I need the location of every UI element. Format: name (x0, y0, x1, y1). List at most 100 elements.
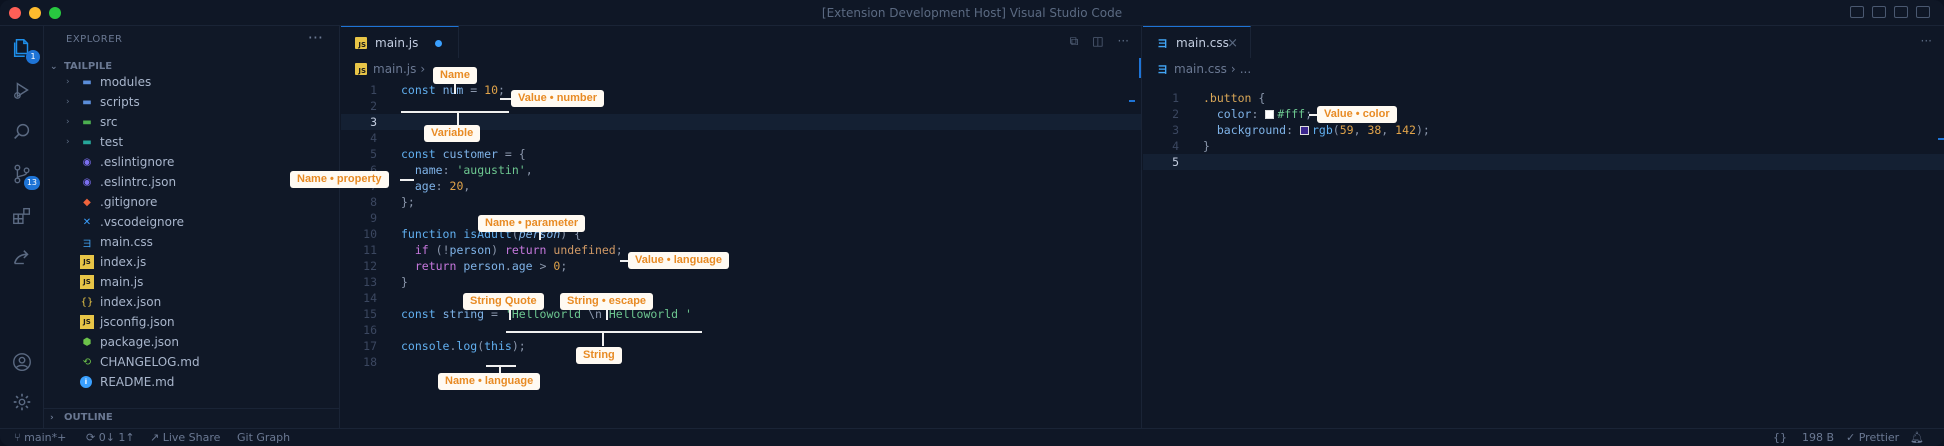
customize-layout-icon[interactable] (1916, 6, 1930, 18)
sync-indicator[interactable]: ⟳ 0↓ 1↑ (86, 429, 135, 446)
connector (457, 111, 459, 125)
tab-main-css[interactable]: ヨ main.css × (1143, 26, 1251, 58)
explorer-sidebar: EXPLORER ··· ⌄ TAILPILE › ▬ modules › ▬ scrip… (44, 26, 340, 428)
eslint-icon: ◉ (82, 156, 92, 168)
info-icon: i (80, 376, 92, 388)
callout-string-quote: String Quote (463, 293, 544, 310)
tree-item-label: modules (100, 75, 152, 89)
remote-explorer-icon[interactable] (10, 246, 34, 270)
editor-actions-right: ··· (1921, 34, 1932, 48)
color-swatch-white[interactable] (1265, 110, 1275, 119)
underline-this (486, 365, 516, 367)
more-actions-icon[interactable]: ··· (308, 28, 323, 47)
callout-name: Name (433, 67, 477, 84)
accounts-icon[interactable] (10, 350, 34, 374)
connector (509, 310, 511, 320)
toggle-sidebar-icon[interactable] (1850, 6, 1864, 18)
status-bar: ⑂ main*+ ⟳ 0↓ 1↑ ↗ Live Share Git Graph … (0, 428, 1944, 446)
folder-icon: ▬ (82, 136, 92, 148)
branch-indicator[interactable]: ⑂ main*+ (14, 429, 66, 446)
file-item[interactable]: i README.md (44, 372, 340, 392)
connector (539, 232, 541, 240)
folder-item[interactable]: › ▬ modules (44, 72, 340, 92)
js-icon: JS (80, 255, 94, 269)
breadcrumb-file[interactable]: main.js (373, 62, 416, 76)
source-control-badge: 13 (23, 176, 40, 190)
toggle-panel-icon[interactable] (1872, 6, 1886, 18)
compare-icon[interactable]: ⧉ (1070, 34, 1079, 49)
connector (500, 98, 511, 100)
settings-gear-icon[interactable] (10, 390, 34, 414)
live-share-button[interactable]: ↗ Live Share (150, 429, 220, 446)
more-actions-icon[interactable]: ··· (1118, 34, 1129, 49)
source-control-icon[interactable]: 13 (10, 162, 40, 190)
notifications-icon[interactable]: 🔔︎ (1910, 429, 1924, 446)
vscode-icon: ✕ (82, 216, 92, 228)
split-editor-icon[interactable]: ◫ (1092, 34, 1103, 49)
run-debug-icon[interactable] (10, 78, 34, 102)
explorer-icon[interactable]: 1 (10, 36, 40, 64)
file-item[interactable]: ◉ .eslintignore (44, 152, 340, 172)
connector (620, 260, 628, 262)
file-item[interactable]: ◆ .gitignore (44, 192, 340, 212)
file-item[interactable]: {} index.json (44, 292, 340, 312)
js-icon: JS (80, 275, 94, 289)
git-branch-icon: ⑂ (14, 431, 25, 444)
tree-item-label: index.js (100, 255, 147, 269)
tree-item-label: .vscodeignore (100, 215, 185, 229)
close-tab-icon[interactable]: × (1227, 36, 1238, 51)
more-actions-icon[interactable]: ··· (1921, 34, 1932, 48)
chevron-right-icon: › (1230, 62, 1236, 76)
callout-name-language: Name • language (438, 373, 541, 390)
scroll-indicator (1139, 58, 1141, 78)
tree-item-label: scripts (100, 95, 140, 109)
nodejs-icon: ⬢ (82, 336, 92, 348)
window-title: [Extension Development Host] Visual Stud… (821, 6, 1123, 20)
search-icon[interactable] (10, 120, 34, 144)
file-item[interactable]: JS index.js (44, 252, 340, 272)
file-item[interactable]: ✕ .vscodeignore (44, 212, 340, 232)
connector (499, 365, 501, 373)
callout-name-parameter: Name • parameter (478, 215, 586, 232)
callout-value-language: Value • language (628, 252, 729, 269)
js-icon: JS (355, 63, 367, 75)
tree-item-label: README.md (100, 375, 175, 389)
live-share-icon: ↗ (150, 431, 163, 444)
tree-item-label: package.json (100, 335, 180, 349)
folder-item[interactable]: › ▬ test (44, 132, 340, 152)
jsconfig-icon: JS (80, 315, 94, 329)
tab-main-js[interactable]: JS main.js (341, 26, 459, 58)
file-item[interactable]: ヨ main.css (44, 232, 340, 252)
prettier-status[interactable]: ✓ Prettier (1846, 429, 1899, 446)
check-double-icon: ✓ (1846, 431, 1859, 444)
callout-string: String (576, 347, 622, 364)
tab-bar-right: ヨ main.css × ··· (1143, 26, 1944, 58)
connector (602, 331, 604, 346)
git-graph-button[interactable]: Git Graph (237, 429, 290, 446)
chevron-right-icon: › (66, 117, 70, 127)
file-item[interactable]: ⬢ package.json (44, 332, 340, 352)
folder-icon: ▬ (82, 76, 92, 88)
folder-item[interactable]: › ▬ src (44, 112, 340, 132)
file-item[interactable]: ⟲ CHANGELOG.md (44, 352, 340, 372)
vscode-window: [Extension Development Host] Visual Stud… (0, 0, 1944, 446)
toggle-secondary-sidebar-icon[interactable] (1894, 6, 1908, 18)
file-size: 198 B (1802, 431, 1835, 444)
breadcrumb-file[interactable]: main.css (1174, 62, 1227, 76)
title-bar: [Extension Development Host] Visual Stud… (0, 0, 1944, 26)
file-item[interactable]: JS jsconfig.json (44, 312, 340, 332)
extensions-icon[interactable] (10, 204, 34, 228)
css-icon: ヨ (1157, 36, 1168, 50)
tree-item-label: src (100, 115, 118, 129)
folder-item[interactable]: › ▬ scripts (44, 92, 340, 112)
chevron-right-icon: › (66, 77, 70, 87)
editor-group-right: ヨ main.css × ··· ヨ main.css › ... 1 .butt… (1143, 26, 1944, 428)
callout-value-color: Value • color (1317, 106, 1397, 123)
language-braces[interactable]: {} (1773, 429, 1787, 446)
breadcrumb: JS main.js › (355, 60, 429, 78)
underline-string (506, 331, 702, 333)
color-swatch-purple[interactable] (1299, 126, 1309, 135)
file-item[interactable]: JS main.js (44, 272, 340, 292)
outline-section[interactable]: › OUTLINE (44, 408, 340, 426)
breadcrumb-symbol[interactable]: ... (1240, 62, 1251, 76)
